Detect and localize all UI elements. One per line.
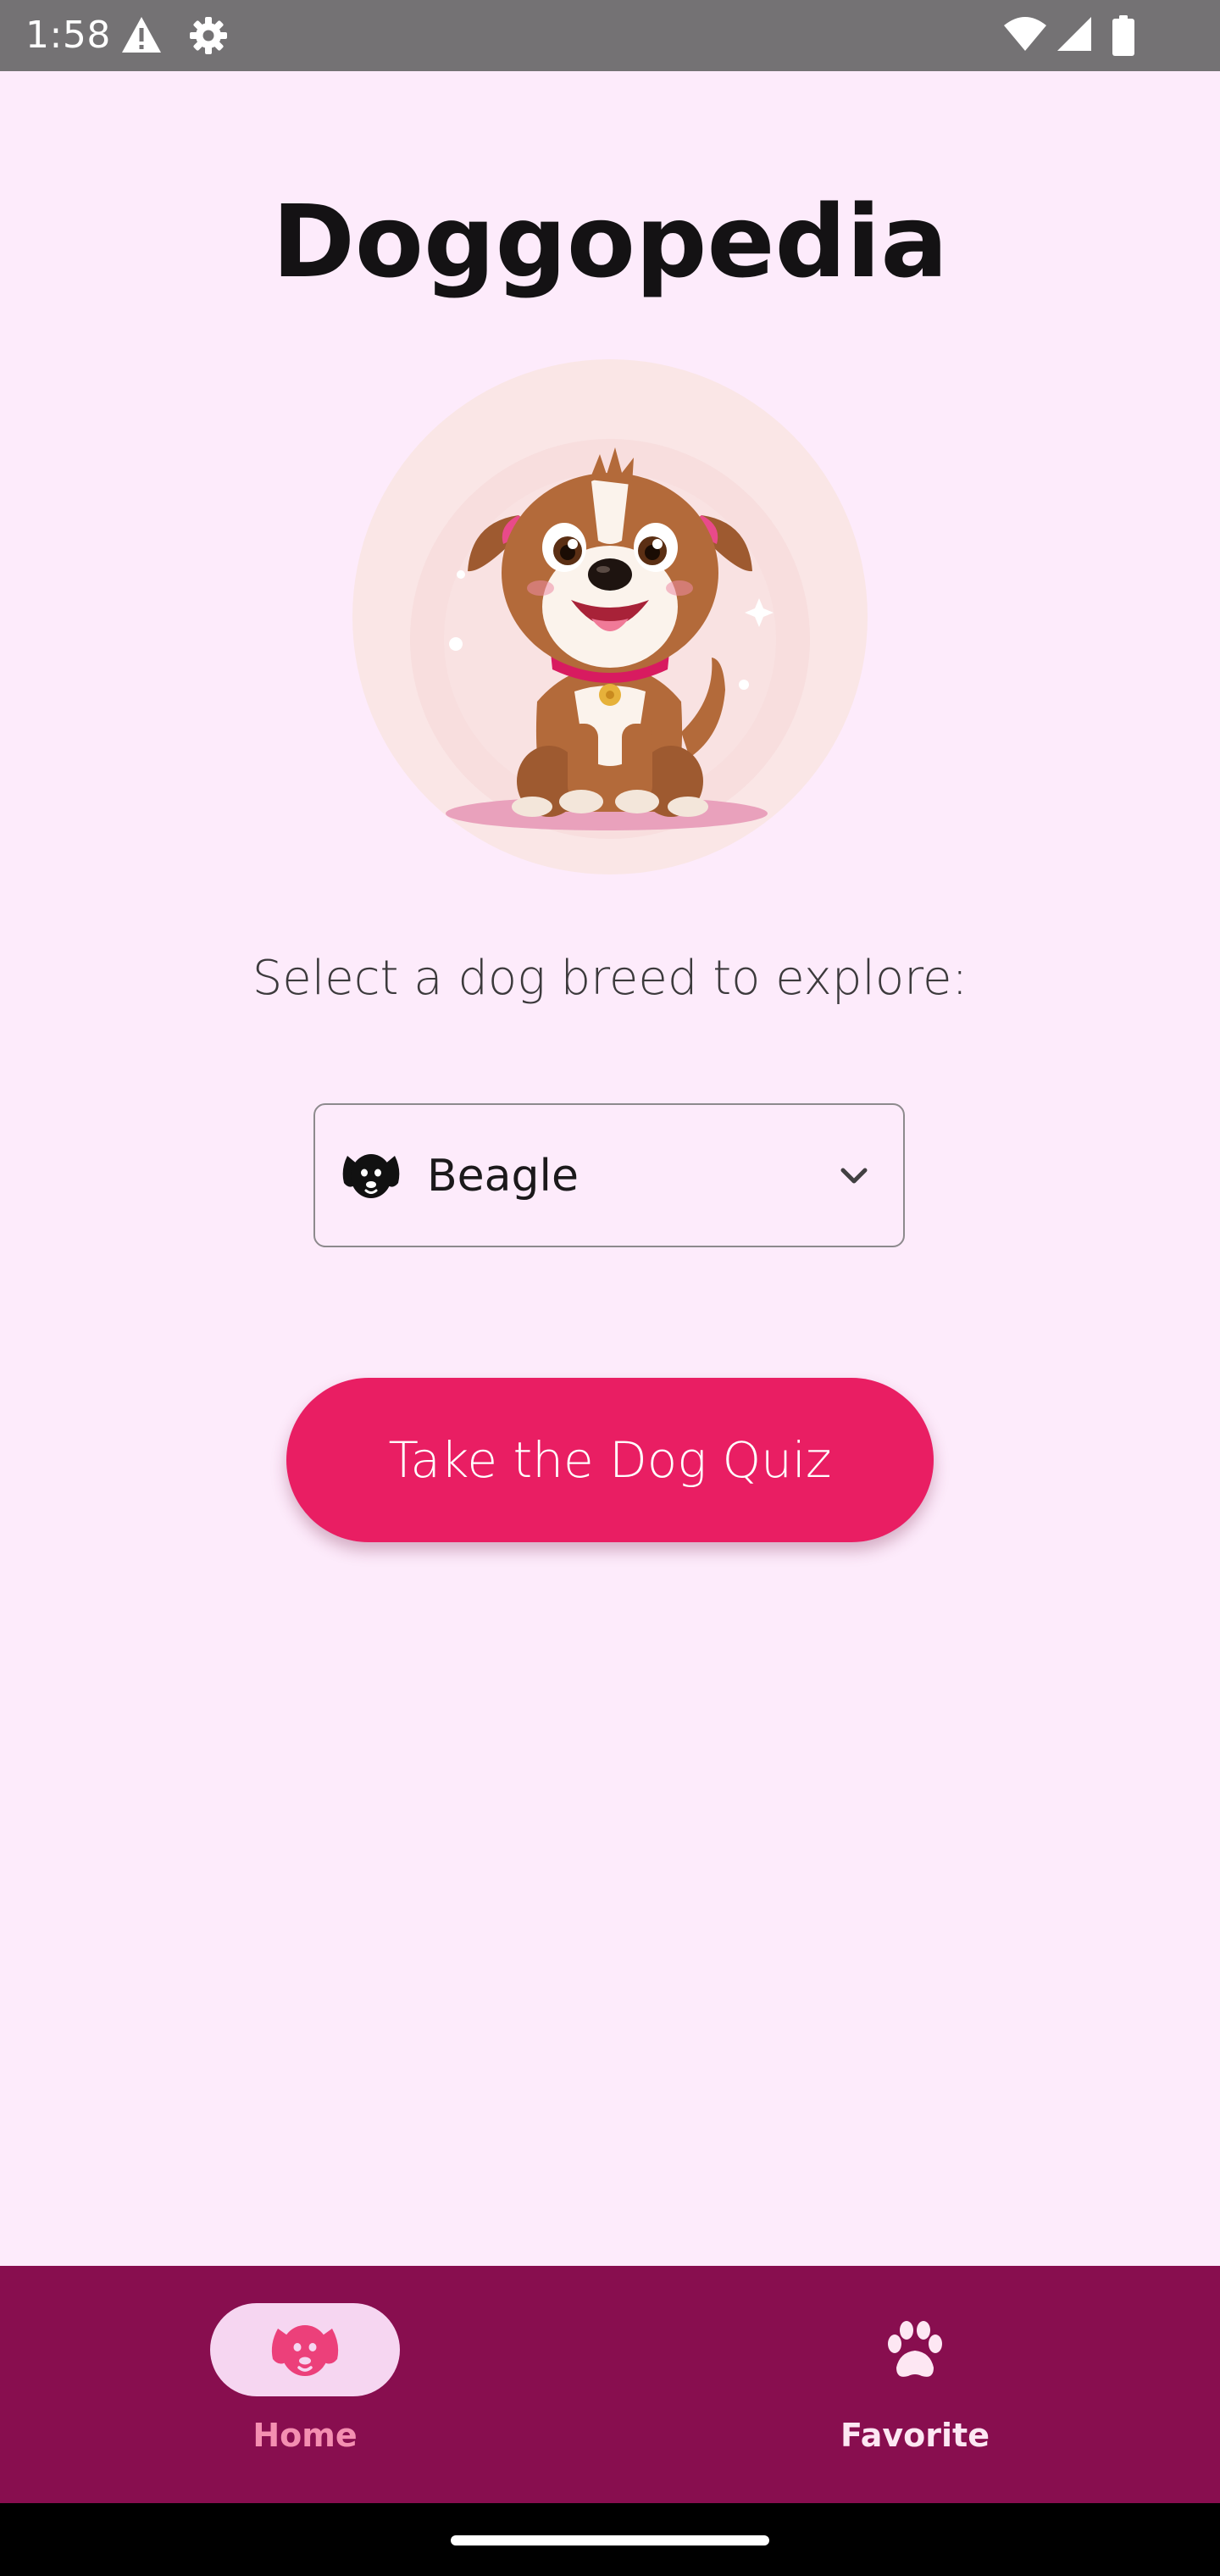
status-time: 1:58	[25, 14, 111, 57]
signal-icon	[1057, 17, 1091, 51]
breed-dropdown-value: Beagle	[427, 1151, 579, 1202]
battery-icon	[1112, 15, 1134, 56]
dog-face-icon	[271, 2325, 339, 2376]
settings-icon	[190, 17, 227, 54]
take-quiz-button[interactable]: Take the Dog Quiz	[286, 1378, 934, 1542]
chevron-down-icon	[840, 1168, 868, 1184]
status-bar: 1:58	[0, 0, 1220, 71]
nav-item-favorite[interactable]: Favorite	[610, 2266, 1220, 2503]
breed-dropdown[interactable]: Beagle	[313, 1103, 905, 1247]
system-navigation-bar	[0, 2503, 1220, 2576]
wifi-icon	[1004, 17, 1046, 51]
dog-illustration	[352, 359, 868, 874]
bottom-navigation: Home Favorite	[0, 2266, 1220, 2503]
alert-icon	[122, 17, 161, 53]
home-indicator[interactable]	[451, 2535, 769, 2545]
nav-label-home: Home	[252, 2417, 358, 2454]
breed-prompt: Select a dog breed to explore:	[252, 951, 968, 1006]
app-title: Doggopedia	[271, 183, 949, 300]
paw-icon	[888, 2321, 942, 2377]
nav-label-favorite: Favorite	[840, 2417, 990, 2454]
dog-face-icon	[342, 1154, 400, 1198]
nav-item-home[interactable]: Home	[0, 2266, 610, 2503]
